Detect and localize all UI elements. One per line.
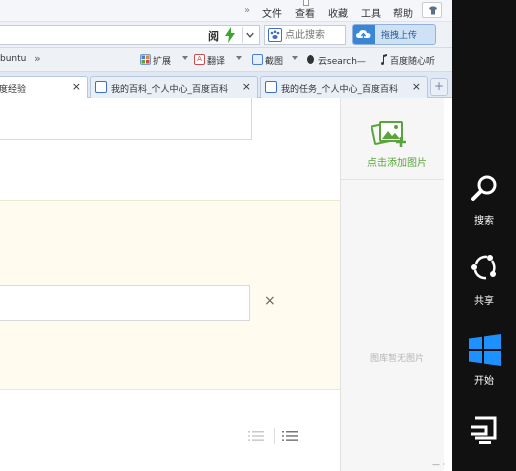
cloud-upload-icon [353,25,375,44]
address-bar[interactable]: 阅 [0,25,260,45]
empty-library-label: 图库暂无图片 [369,354,424,364]
step-textarea[interactable] [0,98,252,140]
new-tab-button[interactable]: + [430,78,448,96]
editor-content: × [0,98,340,471]
bottom-edge-mark: — · [432,460,446,469]
upload-button-label: 拖拽上传 [381,31,418,41]
devices-icon [471,416,497,444]
bookmark-baidu-music[interactable]: 百度随心听 [390,54,435,67]
menu-view[interactable]: 查看 [295,5,315,20]
charm-share[interactable]: 共享 [452,252,516,310]
browser-menu-bar: » 文件 查看 收藏 工具 帮助 [0,0,452,22]
menu-favorites[interactable]: 收藏 [328,5,348,20]
menu-tools[interactable]: 工具 [361,5,381,20]
address-toolbar: 阅 拖拽上传 [0,22,452,48]
windows-logo-icon [469,334,501,366]
bookmark-cloud-search[interactable]: 云search— [318,54,366,67]
search-input[interactable] [285,28,343,42]
shirt-icon [429,6,437,15]
tab-close-icon[interactable]: × [412,80,421,93]
baidu-paw-icon [95,81,107,93]
baidu-paw-icon [265,81,277,93]
unordered-list-icon[interactable] [282,430,298,442]
charm-share-label: 共享 [474,296,494,307]
charms-bar: 搜索 共享 开始 [452,0,516,471]
search-icon [471,175,497,201]
extensions-dropdown-icon[interactable] [182,56,188,60]
baidu-paw-icon[interactable] [268,28,282,42]
bookmark-screenshot[interactable]: 截图 [265,54,283,67]
ordered-list-icon[interactable] [248,430,264,442]
search-box[interactable] [264,25,346,45]
paw-glyph-icon [270,30,280,39]
music-note-icon [381,54,387,65]
tab-baidu-jingyan[interactable]: 度经验 × [0,76,88,99]
screenshot-dropdown-icon[interactable] [292,56,298,60]
tab-baike-personal-center[interactable]: 我的百科_个人中心_百度百科 × [90,76,258,98]
tab-close-icon[interactable]: × [242,80,251,93]
reader-mode-icon[interactable]: 阅 [208,28,219,44]
charm-start-label: 开始 [474,376,494,387]
toolbar-divider [274,428,275,444]
charm-search[interactable]: 搜索 [452,174,516,232]
cloud-search-icon [307,55,314,64]
tab-label: 我的百科_个人中心_百度百科 [111,85,229,95]
bookmark-extensions[interactable]: 扩展 [153,54,171,67]
speed-mode-icon[interactable] [224,27,236,43]
translate-icon: A [194,54,205,65]
menu-help[interactable]: 帮助 [393,5,413,20]
share-icon [471,255,496,280]
menu-overflow-chevron[interactable]: » [244,5,250,16]
tab-label: 我的任务_个人中心_百度百科 [281,85,399,95]
tab-strip: 度经验 × 我的百科_个人中心_百度百科 × 我的任务_个人中心_百度百科 × … [0,72,452,99]
charm-search-label: 搜索 [474,216,494,227]
tab-baike-tasks[interactable]: 我的任务_个人中心_百度百科 × [260,76,428,98]
tab-close-icon[interactable]: × [72,80,81,93]
charm-start[interactable]: 开始 [452,334,516,392]
drag-upload-button[interactable]: 拖拽上传 [352,24,436,45]
bookmarks-overflow-chevron[interactable]: » [34,52,41,65]
add-image-button[interactable]: 点击添加图片 [341,98,453,180]
bookmark-translate[interactable]: 翻译 [207,54,225,67]
charm-devices[interactable] [452,416,516,471]
tab-label: 度经验 [0,85,27,95]
address-dropdown-icon[interactable] [242,27,257,43]
delete-tip-icon[interactable]: × [264,293,276,309]
add-image-label: 点击添加图片 [367,158,427,169]
image-library-panel: 点击添加图片 图库暂无图片 [340,98,453,471]
translate-dropdown-icon[interactable] [236,56,242,60]
tip-input[interactable] [0,285,250,321]
pin-button[interactable] [422,2,442,18]
bookmarks-bar: buntu » 扩展 A 翻译 截图 云search— 百度随心听 [0,48,452,72]
menu-file[interactable]: 文件 [262,5,282,20]
screenshot-icon [252,54,263,65]
page-scroll-edge [444,98,452,471]
extensions-icon [140,54,151,65]
bookmark-ubuntu[interactable]: buntu [0,54,26,64]
add-picture-icon [371,121,406,147]
tip-panel: × [0,200,340,390]
